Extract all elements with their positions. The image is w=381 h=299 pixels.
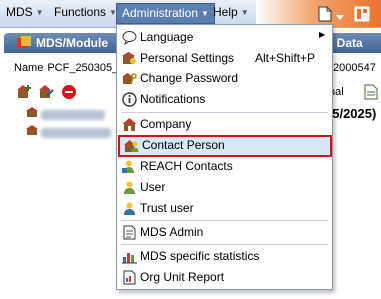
tree-row[interactable]	[26, 124, 112, 139]
key-icon	[122, 71, 137, 86]
toolbar	[16, 84, 80, 103]
reach-contacts-icon	[122, 159, 137, 174]
org-report-icon	[122, 270, 137, 285]
menu-item-org-unit-report[interactable]: Org Unit Report	[117, 267, 332, 287]
menu-item-language[interactable]: Language ▶	[117, 27, 332, 47]
redacted-text	[41, 128, 112, 139]
submenu-arrow-icon: ▶	[319, 30, 326, 39]
menu-separator	[121, 112, 328, 113]
add-node-icon[interactable]	[16, 84, 32, 103]
name-label: Name	[14, 62, 44, 74]
company-building-icon	[26, 107, 41, 121]
admin-document-icon	[122, 225, 137, 240]
menu-item-mds-statistics[interactable]: MDS specific statistics	[117, 246, 332, 266]
chevron-down-icon: ▼	[35, 8, 44, 17]
redacted-text	[41, 110, 106, 121]
name-value: PCF_250305_	[47, 62, 119, 74]
menu-item-change-password[interactable]: Change Password	[117, 68, 332, 88]
user-icon	[122, 180, 137, 195]
menu-functions[interactable]: Functions ▼	[54, 5, 117, 19]
window-title: MDS/Module	[36, 36, 108, 50]
edit-node-icon[interactable]	[38, 84, 55, 103]
dashboard-icon[interactable]	[354, 6, 370, 25]
menu-item-company[interactable]: Company	[117, 114, 332, 134]
company-building-icon	[122, 117, 137, 132]
menu-mds[interactable]: MDS ▼	[6, 5, 44, 19]
menu-separator	[121, 220, 328, 221]
statistics-chart-icon	[122, 249, 137, 264]
menu-item-trust-user[interactable]: Trust user	[117, 198, 332, 218]
menu-item-contact-person[interactable]: Contact Person	[118, 135, 332, 157]
menu-item-user[interactable]: User	[117, 177, 332, 197]
menu-separator	[121, 244, 328, 245]
mds-logo-icon	[16, 35, 32, 54]
contact-person-icon	[124, 138, 139, 153]
chevron-down-icon[interactable]	[336, 10, 344, 24]
info-icon	[122, 92, 137, 107]
administration-dropdown: Language ▶ Personal Settings Alt+Shift+P…	[116, 24, 333, 290]
menu-administration[interactable]: Administration ▼	[116, 3, 215, 24]
person-settings-icon	[122, 51, 137, 66]
new-document-icon[interactable]	[318, 6, 332, 25]
tree-row[interactable]	[26, 106, 106, 121]
speech-bubble-icon	[122, 30, 137, 46]
chevron-down-icon: ▼	[201, 9, 209, 18]
id-value: 2000547	[333, 62, 376, 74]
trust-user-icon	[122, 201, 137, 216]
delete-icon[interactable]	[61, 84, 77, 103]
menu-item-mds-admin[interactable]: MDS Admin	[117, 222, 332, 242]
menu-help[interactable]: Help ▼	[213, 5, 249, 19]
shortcut-text: Alt+Shift+P	[255, 51, 316, 65]
chevron-down-icon: ▼	[240, 8, 249, 17]
company-building-icon	[26, 125, 41, 139]
document-icon[interactable]	[364, 84, 378, 103]
menu-item-reach-contacts[interactable]: REACH Contacts	[117, 156, 332, 176]
menu-item-personal-settings[interactable]: Personal Settings Alt+Shift+P	[117, 48, 332, 68]
name-row: Name PCF_250305_	[14, 62, 118, 74]
menu-item-notifications[interactable]: Notifications	[117, 89, 332, 109]
